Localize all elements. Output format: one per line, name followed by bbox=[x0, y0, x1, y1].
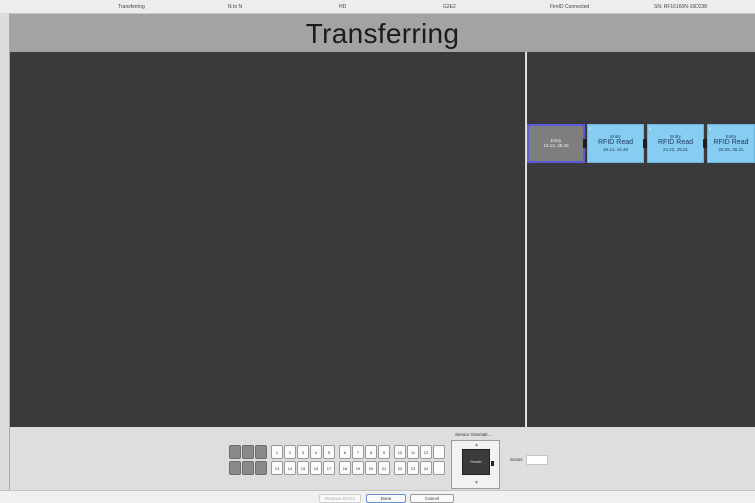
card-number: 3 bbox=[649, 126, 652, 131]
keypad-key[interactable]: 21 bbox=[378, 461, 390, 475]
card-event: RFID Read bbox=[657, 139, 693, 146]
preview-panel[interactable] bbox=[10, 52, 526, 427]
keypad-key[interactable] bbox=[433, 445, 445, 459]
keypad-key[interactable]: 6 bbox=[339, 445, 351, 459]
card-event: RFID Read bbox=[713, 139, 749, 146]
keypad-key[interactable]: 18 bbox=[339, 461, 351, 475]
keypad-key[interactable]: 9 bbox=[378, 445, 390, 459]
card-coords: 16.14, 44.46 bbox=[602, 147, 629, 152]
status-serial: SN: RF16160N-16D238 bbox=[654, 4, 708, 10]
track-card-1[interactable]: Entry 16.14, 36.40 bbox=[527, 124, 585, 163]
scans-input[interactable] bbox=[526, 455, 548, 465]
keypad-key[interactable]: 16 bbox=[310, 461, 322, 475]
keypad-key[interactable]: 4 bbox=[310, 445, 322, 459]
track-card-3[interactable]: 3 Entry RFID Read 24.23, 25.01 bbox=[647, 124, 704, 163]
keypad-key[interactable]: 17 bbox=[323, 461, 335, 475]
card-number: 2 bbox=[589, 126, 592, 131]
keypad-key[interactable]: 20 bbox=[365, 461, 377, 475]
card-coords: 28.25, 36.31 bbox=[718, 147, 744, 152]
sensor-reader: Reader bbox=[462, 449, 490, 475]
keypad-key[interactable] bbox=[242, 461, 254, 475]
status-format: HD bbox=[339, 4, 347, 10]
card-coords: 24.23, 25.01 bbox=[662, 147, 689, 152]
status-bar: Transferring N to N HD G2E2 FireID Conne… bbox=[0, 0, 755, 14]
sensor-knob bbox=[491, 461, 494, 466]
keypad-key[interactable]: 8 bbox=[365, 445, 377, 459]
keypad-key[interactable]: 1 bbox=[271, 445, 283, 459]
card-event: RFID Read bbox=[597, 139, 633, 146]
keypad-key[interactable] bbox=[433, 461, 445, 475]
card-coords: 16.14, 36.40 bbox=[543, 143, 569, 148]
status-connection: FireID Connected bbox=[550, 4, 590, 10]
keypad-key[interactable]: 22 bbox=[394, 461, 406, 475]
keypad-key[interactable]: 10 bbox=[394, 445, 406, 459]
status-device: G2E2 bbox=[443, 4, 456, 10]
sensor-orientation-label: Sensor Orientati... bbox=[455, 432, 492, 437]
track-card-2[interactable]: 2 Entry RFID Read 16.14, 44.46 bbox=[587, 124, 644, 163]
keypad-key[interactable]: 11 bbox=[407, 445, 419, 459]
keypad-key[interactable] bbox=[255, 461, 267, 475]
left-frame bbox=[0, 13, 10, 490]
keypad-key[interactable]: 23 bbox=[407, 461, 419, 475]
keypad-key[interactable]: 24 bbox=[420, 461, 432, 475]
title-bar: Transferring bbox=[10, 14, 755, 52]
status-mode: Transferring bbox=[118, 4, 145, 10]
keypad-key[interactable]: 14 bbox=[284, 461, 296, 475]
keypad-key[interactable]: 5 bbox=[323, 445, 335, 459]
arrow-up-icon[interactable]: ▲ bbox=[474, 442, 479, 448]
keypad-key[interactable]: 13 bbox=[271, 461, 283, 475]
sensor-orientation-control[interactable]: ▲ Reader ▼ bbox=[451, 440, 500, 489]
keypad-key[interactable] bbox=[229, 461, 241, 475]
keypad-key[interactable]: 12 bbox=[420, 445, 432, 459]
keypad-key[interactable] bbox=[255, 445, 267, 459]
keypad-key[interactable] bbox=[242, 445, 254, 459]
card-number: 4 bbox=[709, 126, 712, 131]
keypad-key[interactable]: 19 bbox=[352, 461, 364, 475]
keypad-key[interactable]: 2 bbox=[284, 445, 296, 459]
arrow-down-icon[interactable]: ▼ bbox=[474, 480, 479, 486]
page-title: Transferring bbox=[305, 18, 460, 49]
keypad-key[interactable] bbox=[229, 445, 241, 459]
keypad-key[interactable]: 15 bbox=[297, 461, 309, 475]
keypad-key[interactable]: 3 bbox=[297, 445, 309, 459]
scans-label: Scans bbox=[510, 457, 523, 462]
keypad-key[interactable]: 7 bbox=[352, 445, 364, 459]
status-mapping: N to N bbox=[228, 4, 243, 10]
track-panel[interactable]: Entry 16.14, 36.40 2 Entry RFID Read 16.… bbox=[527, 52, 755, 427]
track-card-4[interactable]: 4 Entry RFID Read 28.25, 36.31 bbox=[707, 124, 755, 163]
